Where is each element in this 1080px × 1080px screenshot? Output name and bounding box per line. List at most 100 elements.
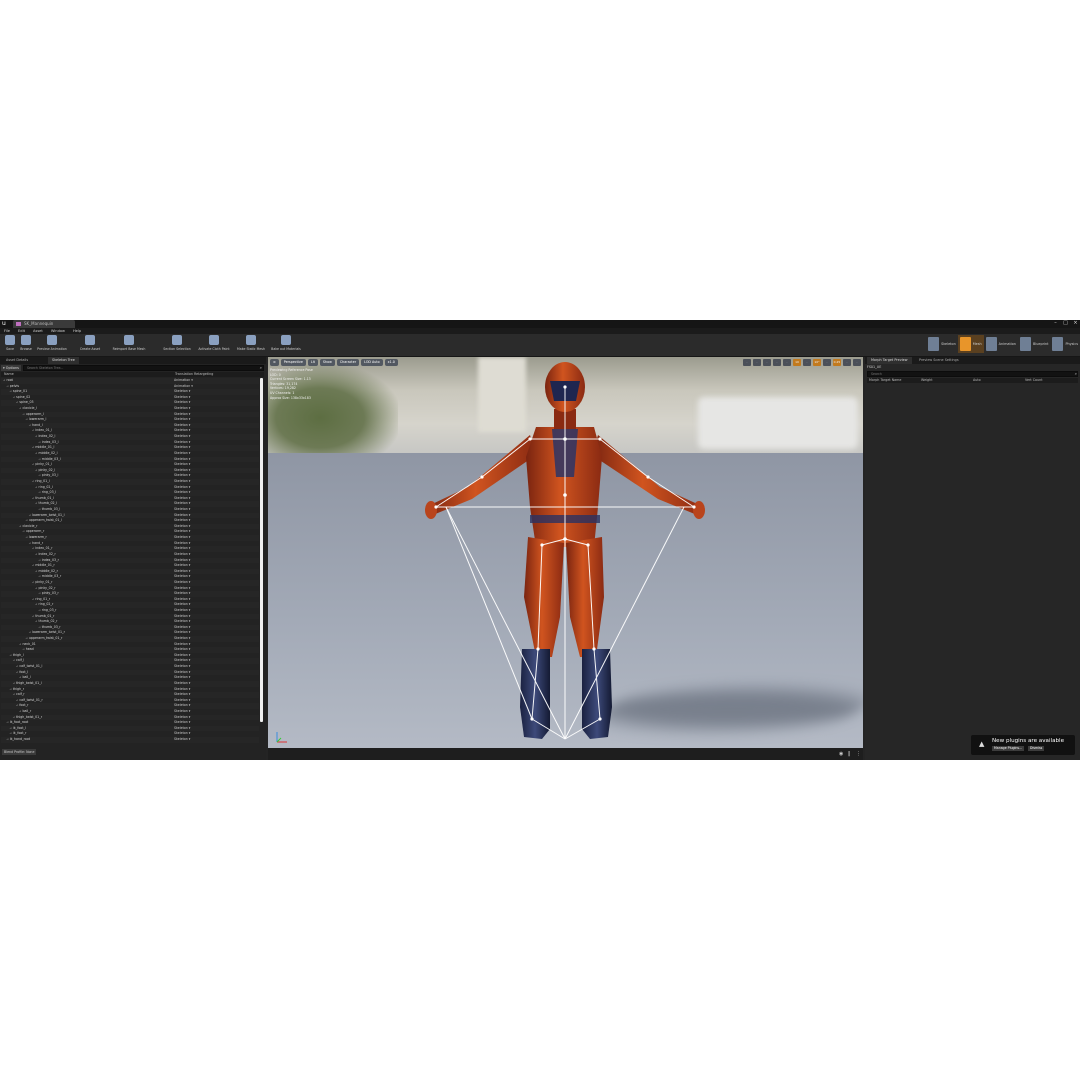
scale-snap-icon[interactable]: · [823,359,831,366]
document-tab[interactable]: SK_Mannequin [13,320,75,328]
retargeting-value: Skeleton [174,473,188,478]
character-mesh[interactable] [268,357,863,748]
chevron-down-icon: ▾ [187,658,191,663]
make-static-mesh-button[interactable]: Make Static Mesh [235,335,267,355]
save-button[interactable]: Save [4,335,16,355]
browse-button[interactable]: Browse [19,335,33,355]
chevron-down-icon: ▾ [187,714,191,719]
chevron-down-icon: ▾ [187,540,191,545]
manage-plugins-button[interactable]: Manage Plugins... [992,746,1025,751]
preview-animation-button[interactable]: Preview Animation [36,335,68,355]
lod-auto-button[interactable]: LOD Auto [361,359,383,366]
tab-skeleton-tree[interactable]: Skeleton Tree [48,357,79,364]
bake-out-materials-button[interactable]: Bake out Materials [269,335,303,355]
reimport-base-mesh-button[interactable]: Reimport Base Mesh [110,335,148,355]
editor-window: u SK_Mannequin – □ × File Edit Asset Win… [0,320,1080,760]
options-button[interactable]: ▾ Options [1,365,21,371]
snap-value[interactable]: 10 [793,359,801,366]
retargeting-value: Skeleton [174,680,188,685]
chevron-down-icon: ▾ [187,708,191,713]
retargeting-dropdown[interactable]: Skeleton ▾ [174,737,190,743]
dismiss-button[interactable]: Dismiss [1028,746,1045,751]
skeleton-tree-scrollbar[interactable] [260,378,263,722]
maximize-icon[interactable]: □ [1063,321,1068,326]
viewport-menu-button[interactable]: ≡ [270,359,279,366]
blueprint-mode-icon [1019,337,1031,351]
retargeting-value: Skeleton [174,557,188,562]
skeleton-mode-icon [928,337,940,351]
chevron-down-icon: ▾ [187,574,191,579]
chevron-down-icon: ▾ [187,518,191,523]
close-icon[interactable]: × [1073,321,1078,326]
column-auto[interactable]: Auto [973,378,981,383]
retargeting-value: Skeleton [174,602,188,607]
chevron-down-icon: ▾ [187,720,191,725]
retargeting-value: Skeleton [174,731,188,736]
column-translation-retargeting[interactable]: Translation Retargeting [175,372,213,377]
character-button[interactable]: Character [336,359,360,366]
camera-speed-icon[interactable]: · [843,359,851,366]
snap-value[interactable]: 0.25 [833,359,841,366]
show-button[interactable]: Show [319,359,335,366]
chevron-down-icon: ▾ [187,731,191,736]
world-icon[interactable]: · [773,359,781,366]
skeleton-search-input[interactable] [23,365,264,371]
retargeting-value: Skeleton [174,607,188,612]
chevron-down-icon: ▾ [187,557,191,562]
blend-profile-dropdown[interactable]: Blend Profile: None [2,749,37,755]
minimize-icon[interactable]: – [1053,321,1058,326]
column-name[interactable]: Name [4,372,14,377]
preview-viewport[interactable]: ≡ Perspective Lit Show Character LOD Aut… [268,357,863,748]
translate-icon[interactable]: · [743,359,751,366]
grid-snap-icon[interactable]: · [783,359,791,366]
tab-morph-target-preview[interactable]: Morph Target Preview [867,357,912,364]
playback-speed-button[interactable]: x1.0 [384,359,398,366]
tab-asset-details[interactable]: Asset Details [2,357,32,364]
mode-mesh[interactable]: Mesh [957,335,984,353]
snap-value[interactable]: 10° [813,359,821,366]
chevron-down-icon: ▾ [187,630,191,635]
retargeting-value: Skeleton [174,624,188,629]
chevron-down-icon: ▾ [187,450,191,455]
rotate-icon[interactable]: · [753,359,761,366]
column-weight[interactable]: Weight [921,378,933,383]
morph-search-input[interactable] [867,371,1078,377]
column-vert-count[interactable]: Vert Count [1025,378,1043,383]
retargeting-value: Skeleton [174,652,188,657]
maximize-icon[interactable]: · [853,359,861,366]
retargeting-value: Skeleton [174,456,188,461]
chevron-down-icon: ▾ [187,417,191,422]
scale-icon[interactable]: · [763,359,771,366]
pause-icon[interactable]: ‖ [848,751,854,757]
retargeting-value: Skeleton [174,613,188,618]
tab-preview-scene-settings[interactable]: Preview Scene Settings [915,357,963,364]
create-asset-button[interactable]: Create Asset [76,335,104,355]
mode-physics[interactable]: Physics [1050,335,1080,353]
section-selection-button[interactable]: Section Selection [162,335,192,355]
retargeting-value: Skeleton [174,400,188,405]
search-icon[interactable]: ⌕ [260,365,262,371]
viewport-settings-icon[interactable]: ⋮ [856,751,862,757]
retargeting-value: Skeleton [174,394,188,399]
skeleton-tree-row[interactable]: ik_hand_root Skeleton ▾ [1,737,259,743]
activate-cloth-paint-button[interactable]: Activate Cloth Paint [197,335,231,355]
record-icon[interactable]: ◉ [839,751,845,757]
mode-animation[interactable]: Animation [984,335,1018,353]
mode-skeleton[interactable]: Skeleton [926,335,958,353]
angle-snap-icon[interactable]: · [803,359,811,366]
lit-button[interactable]: Lit [307,359,318,366]
viewport-transform-toolbar: · · · · · 10 · 10° · 0.25 · · [743,359,861,366]
mode-blueprint[interactable]: Blueprint [1018,335,1050,353]
left-panel-footer: Blend Profile: None [2,749,37,755]
toolbar-button-label: Create Asset [79,347,101,351]
column-morph-target-name[interactable]: Morph Target Name [869,378,901,383]
plugin-notification: ▲ New plugins are available Manage Plugi… [971,735,1075,755]
search-icon[interactable]: ⌕ [1075,371,1077,377]
chevron-down-icon: ▾ [187,484,191,489]
chevron-down-icon: ▾ [187,624,191,629]
viewport-stats-overlay: Previewing Reference Pose LOD: 0 Current S… [270,368,313,400]
perspective-button[interactable]: Perspective [280,359,306,366]
static-mesh-icon [246,335,256,345]
chevron-down-icon: ▾ [187,652,191,657]
animation-mode-icon [985,337,997,351]
